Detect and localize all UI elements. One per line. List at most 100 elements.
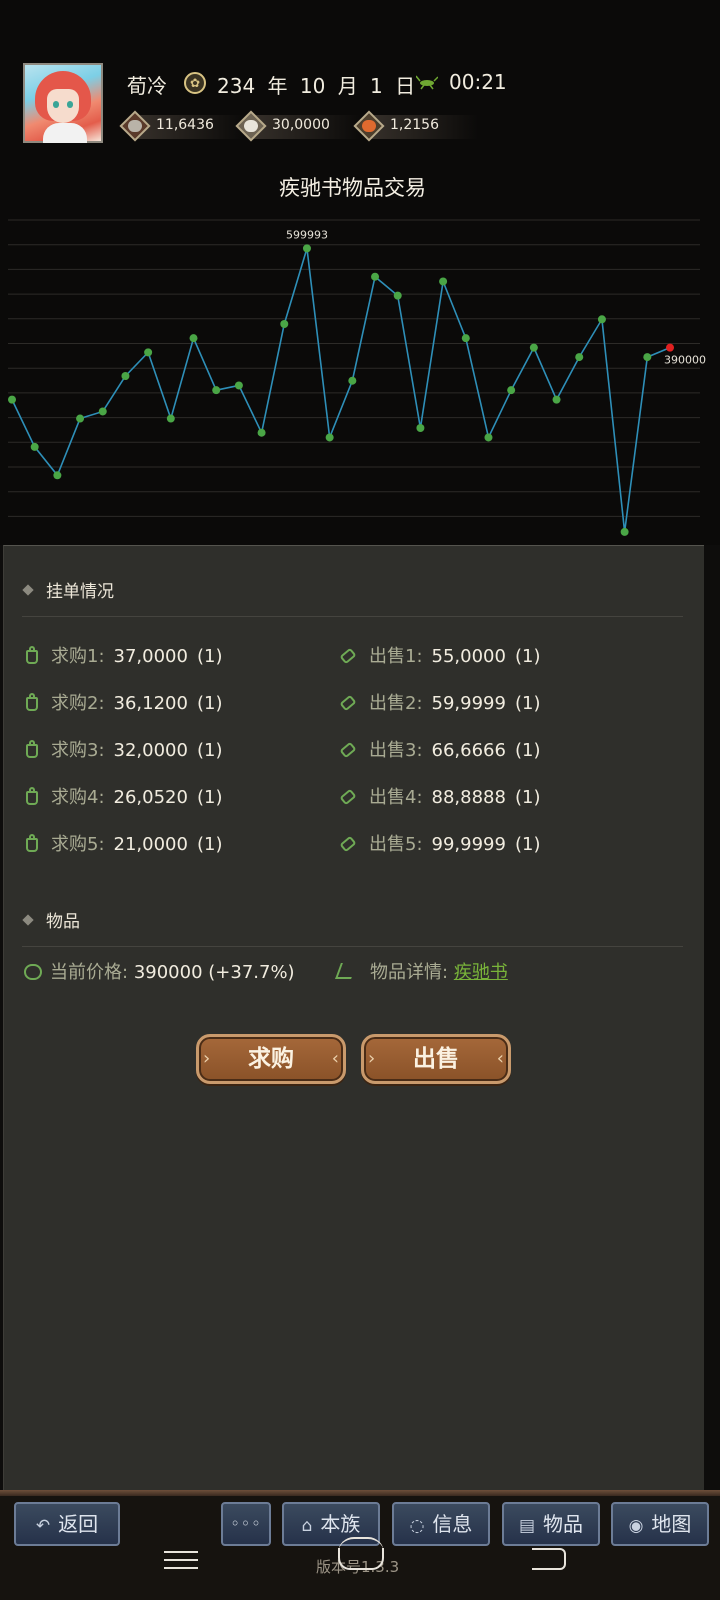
buy-order-label: 求购1: <box>51 646 105 667</box>
undo-arrow-icon: ↶ <box>35 1516 51 1536</box>
chart-point <box>461 334 470 343</box>
chart-point <box>144 348 153 357</box>
chart-point <box>53 471 62 480</box>
current-price-label: 当前价格: <box>50 962 129 983</box>
buy-order-price: 37,0000 <box>113 646 188 667</box>
diamond-bullet-icon <box>22 584 34 596</box>
buy-order-label: 求购4: <box>51 787 105 808</box>
item-detail-row: 物品详情: 疾驰书 <box>335 958 508 984</box>
chart-point <box>98 407 107 416</box>
buy-order-label: 求购5: <box>51 834 105 855</box>
item-detail-icon <box>335 963 357 979</box>
avatar-face <box>47 89 79 123</box>
chart-point <box>8 395 16 404</box>
sell-order-label: 出售4: <box>369 787 423 808</box>
buy-order-label: 求购3: <box>51 740 105 761</box>
buy-order-row[interactable]: 求购1: 37,0000 (1) <box>26 642 222 668</box>
map-tab[interactable]: ◉ 地图 <box>611 1502 709 1546</box>
sell-order-price: 59,9999 <box>431 693 506 714</box>
sell-order-label: 出售3: <box>369 740 423 761</box>
chevron-right-icon: › <box>203 1048 211 1069</box>
price-tag-icon <box>339 694 357 712</box>
messages-tab-label: 信息 <box>432 1512 473 1536</box>
buy-button[interactable]: › 求购 ‹ <box>196 1034 346 1084</box>
rice-bowl-icon <box>235 110 267 142</box>
chart-point <box>643 353 652 362</box>
sell-order-row[interactable]: 出售5: 99,9999 (1) <box>338 830 540 856</box>
sell-order-row[interactable]: 出售3: 66,6666 (1) <box>338 736 540 762</box>
chart-point <box>620 527 629 536</box>
item-section-title: 物品 <box>22 907 80 932</box>
buy-order-row[interactable]: 求购3: 32,0000 (1) <box>26 736 222 762</box>
messages-tab[interactable]: ◌ 信息 <box>392 1502 490 1546</box>
system-menu-icon[interactable] <box>164 1545 198 1569</box>
sell-order-price: 66,6666 <box>431 740 506 761</box>
avatar-body <box>43 123 87 143</box>
sell-order-row[interactable]: 出售2: 59,9999 (1) <box>338 689 540 715</box>
sell-button[interactable]: › 出售 ‹ <box>361 1034 511 1084</box>
system-back-icon[interactable] <box>532 1548 566 1570</box>
chart-point <box>484 433 493 442</box>
chest-icon: ▤ <box>518 1516 536 1536</box>
item-detail-link[interactable]: 疾驰书 <box>454 962 508 983</box>
shopping-bag-icon <box>26 834 38 852</box>
system-home-icon[interactable] <box>338 1548 384 1570</box>
sell-order-count: (1) <box>514 693 541 714</box>
chart-point <box>348 376 357 385</box>
avatar-eye <box>53 101 59 108</box>
sell-order-row[interactable]: 出售4: 88,8888 (1) <box>338 783 540 809</box>
chart-point <box>597 315 606 324</box>
game-clock: 00:21 <box>449 70 507 94</box>
divider <box>22 616 683 617</box>
more-dots-icon: ◦◦◦ <box>230 1514 262 1533</box>
chart-point <box>166 414 175 423</box>
items-tab[interactable]: ▤ 物品 <box>502 1502 600 1546</box>
player-avatar[interactable] <box>23 63 103 143</box>
buy-order-price: 26,0520 <box>113 787 188 808</box>
current-price-row: 当前价格: 390000 (+37.7%) <box>24 958 295 984</box>
resource-value: 30,0000 <box>272 117 330 133</box>
trade-panel <box>3 545 704 1491</box>
chart-point <box>529 343 538 352</box>
buy-order-count: (1) <box>196 646 223 667</box>
resource-value: 1,2156 <box>390 117 439 133</box>
player-name: 荀冷 <box>127 74 167 98</box>
orange-token-icon <box>353 110 385 142</box>
divider <box>22 946 683 947</box>
chart-data-label: 178 <box>614 540 635 542</box>
buy-order-count: (1) <box>196 834 223 855</box>
buy-order-row[interactable]: 求购5: 21,0000 (1) <box>26 830 222 856</box>
price-tag-icon <box>339 788 357 806</box>
shopping-bag-icon <box>26 693 38 711</box>
sell-order-price: 99,9999 <box>431 834 506 855</box>
chart-point <box>76 414 85 423</box>
shopping-bag-icon <box>26 646 38 664</box>
sell-order-count: (1) <box>514 646 541 667</box>
back-button[interactable]: ↶ 返回 <box>14 1502 120 1546</box>
sell-order-row[interactable]: 出售1: 55,0000 (1) <box>338 642 540 668</box>
buy-order-row[interactable]: 求购4: 26,0520 (1) <box>26 783 222 809</box>
chart-point <box>325 433 334 442</box>
diamond-bullet-icon <box>22 914 34 926</box>
sell-order-price: 55,0000 <box>431 646 506 667</box>
more-button[interactable]: ◦◦◦ <box>221 1502 271 1546</box>
buy-order-row[interactable]: 求购2: 36,1200 (1) <box>26 689 222 715</box>
chart-point <box>393 291 402 300</box>
chart-point <box>280 320 289 328</box>
cricket-icon <box>416 75 438 90</box>
items-tab-label: 物品 <box>543 1512 584 1536</box>
chart-data-label: 599993 <box>286 228 328 241</box>
sell-order-label: 出售1: <box>369 646 423 667</box>
buy-order-count: (1) <box>196 787 223 808</box>
chart-point <box>439 277 448 286</box>
chart-point <box>575 353 584 362</box>
sell-order-count: (1) <box>514 834 541 855</box>
chart-point <box>507 386 516 395</box>
chevron-left-icon: ‹ <box>331 1048 339 1069</box>
silver-coin-icon <box>119 110 151 142</box>
price-tag-icon <box>339 835 357 853</box>
page-title: 疾驰书物品交易 <box>279 176 426 200</box>
game-date: 234 年 10 月 1 日 <box>217 74 416 98</box>
shopping-bag-icon <box>26 787 38 805</box>
coin-stack-icon <box>24 964 42 980</box>
